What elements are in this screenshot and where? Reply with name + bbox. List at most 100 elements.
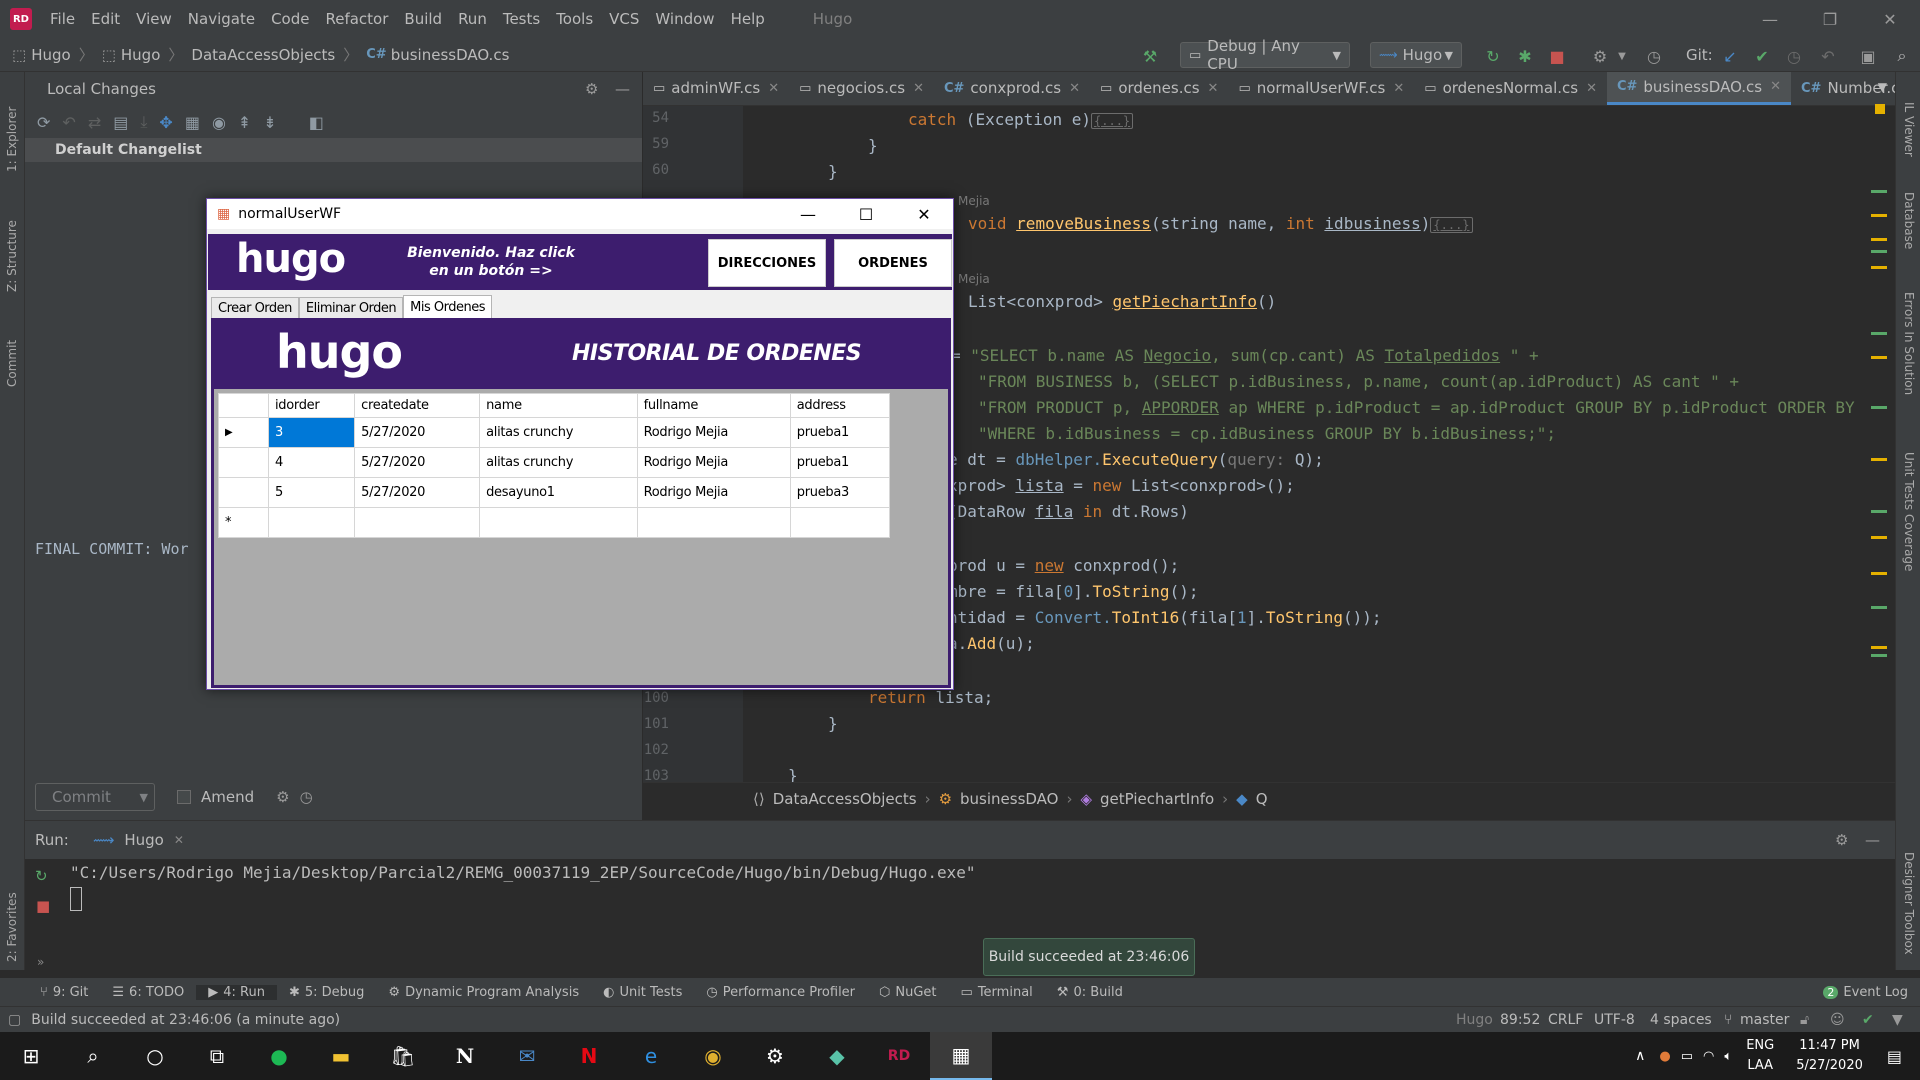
table-row[interactable]: ▶ 3 5/27/2020 alitas crunchy Rodrigo Mej…	[218, 417, 891, 448]
refresh-icon[interactable]: ⟳	[37, 113, 50, 132]
status-project[interactable]: Hugo	[1456, 1012, 1493, 1028]
clock[interactable]: 11:47 PM 5/27/2020	[1796, 1036, 1863, 1076]
task-view-icon[interactable]: ⧉	[186, 1032, 248, 1080]
change-marker[interactable]	[1871, 250, 1887, 253]
coverage-tool-tab[interactable]: Unit Tests Coverage	[1902, 452, 1916, 582]
new-row[interactable]: *	[218, 507, 891, 538]
diff-icon[interactable]: ▤	[113, 113, 128, 132]
menu-refactor[interactable]: Refactor	[317, 10, 396, 28]
git-rollback-icon[interactable]: ↶	[1818, 46, 1838, 66]
store-icon[interactable]: 🛍︎	[372, 1032, 434, 1080]
configuration-dropdown[interactable]: ▭ Debug | Any CPU ▼	[1180, 37, 1350, 73]
column-header-name[interactable]: name	[479, 393, 638, 418]
il-viewer-tool-tab[interactable]: IL Viewer	[1902, 102, 1916, 182]
status-caret-position[interactable]: 89:52	[1500, 1012, 1540, 1028]
tab-adminwf[interactable]: ▭ adminWF.cs ✕	[643, 72, 789, 105]
status-panel-icon[interactable]: ▢	[8, 1012, 21, 1028]
menu-help[interactable]: Help	[723, 10, 773, 28]
table-cell[interactable]: 5/27/2020	[354, 477, 481, 508]
gear-icon[interactable]: ⚙	[276, 788, 289, 806]
menu-navigate[interactable]: Navigate	[180, 10, 263, 28]
designer-toolbox-tab[interactable]: Designer Toolbox	[1902, 852, 1916, 972]
warning-marker[interactable]	[1871, 266, 1887, 269]
explorer-tool-tab[interactable]: 1: Explorer	[5, 82, 19, 172]
row-header[interactable]	[218, 477, 269, 508]
new-row-indicator[interactable]: *	[218, 507, 269, 538]
run-configuration-dropdown[interactable]: ⟿ Hugo ▼	[1370, 42, 1462, 68]
structure-tool-tab[interactable]: Z: Structure	[5, 192, 19, 292]
preview-diff-icon[interactable]: ◧	[309, 113, 324, 132]
notifications-icon[interactable]: ▼	[1892, 1012, 1903, 1028]
build-notification[interactable]: Build succeeded at 23:46:06	[983, 938, 1195, 976]
tab-businessdao[interactable]: C# businessDAO.cs ✕	[1606, 72, 1792, 105]
tab-crear-orden[interactable]: Crear Orden	[211, 297, 299, 319]
status-encoding[interactable]: UTF-8	[1594, 1012, 1635, 1028]
table-cell[interactable]	[267, 507, 356, 538]
change-marker[interactable]	[1871, 190, 1887, 193]
column-header-address[interactable]: address	[789, 393, 891, 418]
menu-vcs[interactable]: VCS	[601, 10, 647, 28]
menu-edit[interactable]: Edit	[83, 10, 128, 28]
warning-marker-icon[interactable]	[1875, 104, 1885, 114]
table-cell[interactable]: 4	[267, 447, 356, 478]
table-cell[interactable]	[479, 507, 638, 538]
table-row[interactable]: 5 5/27/2020 desayuno1 Rodrigo Mejia prue…	[218, 477, 891, 508]
shelve-icon[interactable]: ⤓	[140, 112, 147, 132]
column-header-idorder[interactable]: idorder	[267, 393, 356, 418]
tab-mis-ordenes[interactable]: Mis Ordenes	[403, 295, 492, 319]
tab-ordenes[interactable]: ▭ ordenes.cs ✕	[1090, 72, 1228, 105]
menu-tools[interactable]: Tools	[548, 10, 601, 28]
stop-icon[interactable]: ■	[36, 897, 50, 915]
table-cell[interactable]: Rodrigo Mejia	[636, 477, 791, 508]
table-cell[interactable]: prueba1	[789, 417, 891, 448]
check-icon[interactable]: ✔	[1862, 1012, 1874, 1028]
table-cell[interactable]: alitas crunchy	[479, 447, 638, 478]
direcciones-button[interactable]: DIRECCIONES	[708, 239, 826, 287]
table-cell[interactable]: Rodrigo Mejia	[636, 417, 791, 448]
table-cell[interactable]	[636, 507, 791, 538]
chevron-down-icon[interactable]: ▼	[140, 791, 148, 804]
menu-view[interactable]: View	[128, 10, 180, 28]
breadcrumb-class[interactable]: businessDAO	[960, 790, 1058, 808]
close-icon[interactable]: ✕	[895, 199, 953, 229]
tray-overflow-icon[interactable]: ∧	[1635, 1048, 1645, 1064]
commit-tool-tab[interactable]: Commit	[5, 307, 19, 387]
tab-ordenesnormal[interactable]: ▭ ordenesNormal.cs ✕	[1414, 72, 1607, 105]
gear-icon[interactable]: ⚙	[1835, 831, 1848, 849]
battery-icon[interactable]: ▭	[1681, 1049, 1693, 1064]
table-cell[interactable]: prueba1	[789, 447, 891, 478]
breadcrumb-variable[interactable]: Q	[1256, 790, 1268, 808]
winform-app-icon[interactable]: ▦	[930, 1032, 992, 1080]
row-header[interactable]	[218, 447, 269, 478]
tool-tab-debug[interactable]: ✱ 5: Debug	[277, 985, 376, 1000]
tool-tab-unit-tests[interactable]: ◐ Unit Tests	[591, 985, 694, 1000]
current-row-indicator[interactable]: ▶	[218, 417, 269, 448]
menu-file[interactable]: File	[42, 10, 83, 28]
hide-panel-icon[interactable]: —	[615, 80, 630, 98]
breadcrumb-solution[interactable]: Hugo	[31, 46, 71, 64]
settings-icon[interactable]: ⚙	[744, 1032, 806, 1080]
warning-marker[interactable]	[1871, 458, 1887, 461]
language-indicator[interactable]: ENG LAA	[1746, 1036, 1774, 1076]
status-message[interactable]: Build succeeded at 23:46:06 (a minute ag…	[31, 1012, 340, 1028]
mail-icon[interactable]: ✉	[496, 1032, 558, 1080]
change-marker[interactable]	[1871, 654, 1887, 657]
change-marker[interactable]	[1871, 406, 1887, 409]
table-cell[interactable]: 5/27/2020	[354, 417, 481, 448]
warning-marker[interactable]	[1871, 536, 1887, 539]
rollback-icon[interactable]: ↶	[62, 113, 75, 132]
breadcrumb-file[interactable]: businessDAO.cs	[391, 46, 510, 64]
table-cell[interactable]: alitas crunchy	[479, 417, 638, 448]
minimize-icon[interactable]: —	[1740, 0, 1800, 38]
search-icon[interactable]: ⌕	[62, 1032, 124, 1080]
event-log-tab[interactable]: 2 Event Log	[1811, 985, 1920, 1000]
tool-tab-build[interactable]: ⚒ 0: Build	[1045, 985, 1135, 1000]
tool-tab-git[interactable]: ⑂ 9: Git	[28, 985, 100, 1000]
errors-tool-tab[interactable]: Errors In Solution	[1902, 292, 1916, 412]
chevron-down-icon[interactable]: ▼	[1878, 80, 1887, 94]
close-tab-icon[interactable]: ✕	[174, 833, 184, 847]
restore-icon[interactable]: ❐	[1800, 0, 1860, 38]
rerun-icon[interactable]: ↻	[35, 867, 48, 885]
tool-tab-nuget[interactable]: ⬡ NuGet	[867, 985, 949, 1000]
tool-tab-terminal[interactable]: ▭ Terminal	[949, 985, 1045, 1000]
